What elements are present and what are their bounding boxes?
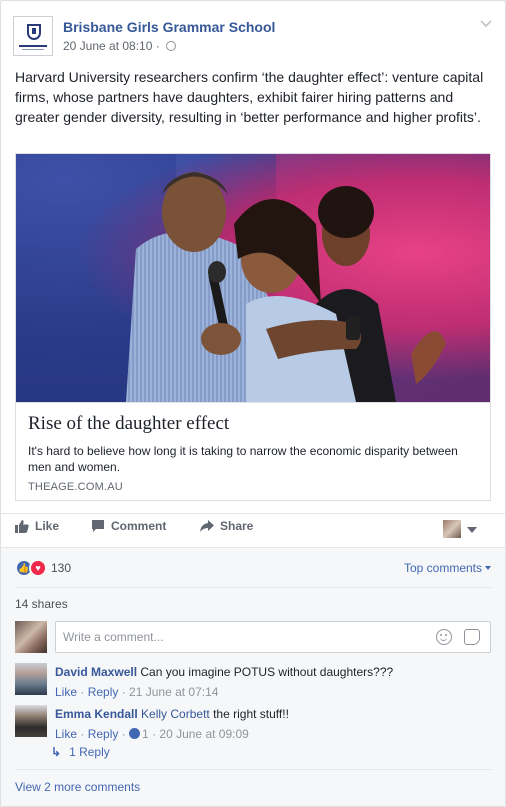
shares-count[interactable]: 14 shares	[15, 597, 68, 611]
comment-input[interactable]: Write a comment...	[55, 621, 491, 653]
like-reaction-icon	[129, 728, 141, 739]
share-label: Share	[220, 519, 254, 533]
link-description: It's hard to believe how long it is taki…	[28, 444, 458, 474]
sticker-icon[interactable]	[464, 629, 480, 645]
thumbs-up-icon	[15, 520, 29, 533]
divider	[15, 769, 491, 770]
comment-reply-link[interactable]: Reply	[88, 685, 119, 699]
comment-sort-dropdown[interactable]: Top comments	[404, 561, 491, 575]
link-image[interactable]	[16, 154, 490, 402]
viewer-avatar	[443, 520, 461, 538]
crest-icon	[27, 24, 41, 40]
page-logo[interactable]	[13, 16, 53, 56]
comments-section: 👍 ♥ 130 Top comments 14 shares Write a c…	[1, 547, 505, 806]
view-replies-link[interactable]: ↳ 1 Reply	[51, 745, 110, 759]
link-title[interactable]: Rise of the daughter effect	[28, 413, 229, 435]
replies-label: 1 Reply	[69, 745, 110, 759]
comment-placeholder: Write a comment...	[63, 630, 164, 644]
post-meta: 20 June at 08:10 ·	[63, 39, 177, 53]
commenter-avatar[interactable]	[15, 663, 47, 695]
caret-down-icon	[485, 566, 491, 570]
like-label: Like	[35, 519, 60, 533]
view-more-comments-link[interactable]: View 2 more comments	[15, 780, 140, 794]
comment-author[interactable]: David Maxwell	[55, 665, 137, 679]
chevron-down-icon[interactable]	[479, 17, 493, 31]
post-text: Harvard University researchers confirm ‘…	[15, 69, 484, 125]
divider	[1, 547, 505, 548]
comment-text: Can you imagine POTUS without daughters?…	[140, 665, 394, 679]
link-preview[interactable]: Rise of the daughter effect It's hard to…	[15, 153, 491, 501]
comment-like-count[interactable]: 1	[142, 727, 149, 741]
share-icon	[200, 520, 214, 532]
post-header: Brisbane Girls Grammar School 20 June at…	[13, 13, 495, 57]
comment-time[interactable]: 20 June at 09:09	[159, 727, 248, 741]
post-as-selector[interactable]	[443, 519, 481, 539]
comment-icon	[92, 520, 104, 532]
comment-meta: Like · Reply · 1 · 20 June at 09:09	[55, 727, 249, 741]
comment-meta: Like · Reply · 21 June at 07:14	[55, 685, 219, 699]
emoji-icon[interactable]	[436, 629, 452, 645]
caret-down-icon	[467, 527, 477, 533]
comment-like-link[interactable]: Like	[55, 685, 77, 699]
tagged-user[interactable]: Kelly Corbett	[141, 707, 210, 721]
comment-author[interactable]: Emma Kendall	[55, 707, 138, 721]
comment-button[interactable]: Comment	[91, 519, 166, 539]
comment-text: the right stuff!!	[213, 707, 289, 721]
comment-label: Comment	[111, 519, 167, 533]
link-body[interactable]: Rise of the daughter effect It's hard to…	[16, 402, 490, 500]
comment-like-link[interactable]: Like	[55, 727, 77, 741]
love-reaction-icon: ♥	[29, 559, 47, 577]
action-bar: Like Comment Share	[15, 515, 493, 543]
post-card: Brisbane Girls Grammar School 20 June at…	[0, 0, 506, 807]
reaction-count: 130	[51, 561, 72, 575]
page-name-link[interactable]: Brisbane Girls Grammar School	[63, 19, 275, 35]
link-domain: THEAGE.COM.AU	[28, 481, 123, 493]
viewer-avatar	[15, 621, 47, 653]
share-button[interactable]: Share	[200, 519, 253, 539]
globe-icon	[166, 41, 177, 51]
comment-time[interactable]: 21 June at 07:14	[129, 685, 218, 699]
like-button[interactable]: Like	[15, 519, 59, 539]
comment-reply-link[interactable]: Reply	[88, 727, 119, 741]
divider	[1, 513, 505, 514]
post-timestamp[interactable]: 20 June at 08:10 ·	[63, 39, 160, 53]
divider	[15, 587, 491, 588]
reply-arrow-icon: ↳	[51, 745, 62, 759]
commenter-avatar[interactable]	[15, 705, 47, 737]
photo-illustration	[16, 154, 490, 402]
comment-sort-label: Top comments	[403, 561, 482, 575]
